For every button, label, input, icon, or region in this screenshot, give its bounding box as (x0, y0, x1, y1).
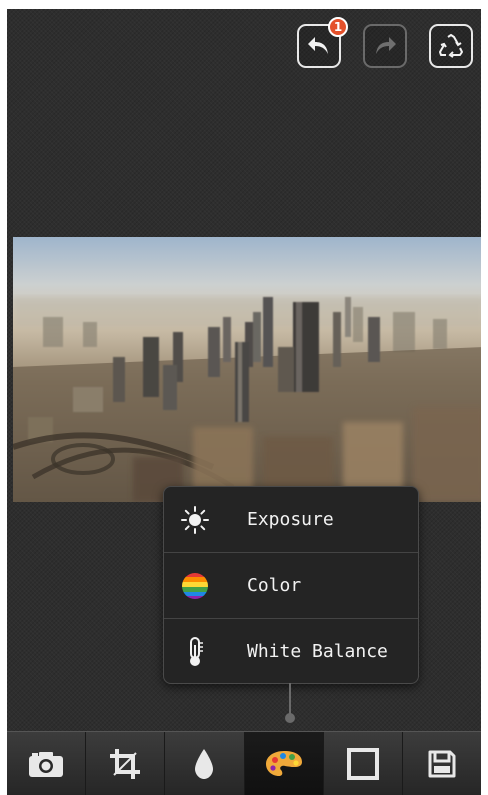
save-button[interactable] (403, 732, 481, 795)
camera-button[interactable] (7, 732, 87, 795)
undo-count-badge: 1 (328, 17, 348, 37)
thermometer-icon (180, 636, 210, 667)
menu-item-color[interactable]: Color (164, 552, 418, 618)
color-tool-button[interactable] (244, 732, 324, 795)
sun-icon (180, 505, 210, 535)
reset-button[interactable] (429, 24, 473, 68)
redo-button[interactable] (363, 24, 407, 68)
menu-label-color: Color (247, 575, 302, 596)
menu-label-white-balance: White Balance (247, 641, 388, 662)
bottom-toolbar (7, 731, 481, 795)
menu-label-exposure: Exposure (247, 509, 334, 530)
color-adjust-menu: Exposure Color White Balance (163, 486, 419, 684)
crop-button[interactable] (86, 732, 166, 795)
photo-preview[interactable] (13, 237, 481, 502)
city-photo-image (13, 237, 481, 502)
redo-icon (376, 37, 396, 54)
frame-button[interactable] (324, 732, 403, 795)
menu-item-white-balance[interactable]: White Balance (164, 618, 418, 684)
undo-icon (308, 37, 328, 54)
crop-icon (110, 749, 141, 779)
menu-connector-dot (285, 713, 295, 723)
undo-button[interactable]: 1 (297, 17, 348, 68)
camera-icon (29, 752, 64, 777)
save-icon (428, 750, 456, 778)
color-balls-icon (180, 571, 210, 601)
droplet-icon (195, 749, 214, 779)
editor-screen: 1 Exposure Color White Balance (7, 9, 481, 795)
sharpen-button[interactable] (165, 732, 245, 795)
palette-icon (265, 751, 302, 776)
menu-item-exposure[interactable]: Exposure (164, 487, 418, 552)
recycle-icon (439, 34, 463, 58)
frame-icon (346, 748, 379, 780)
